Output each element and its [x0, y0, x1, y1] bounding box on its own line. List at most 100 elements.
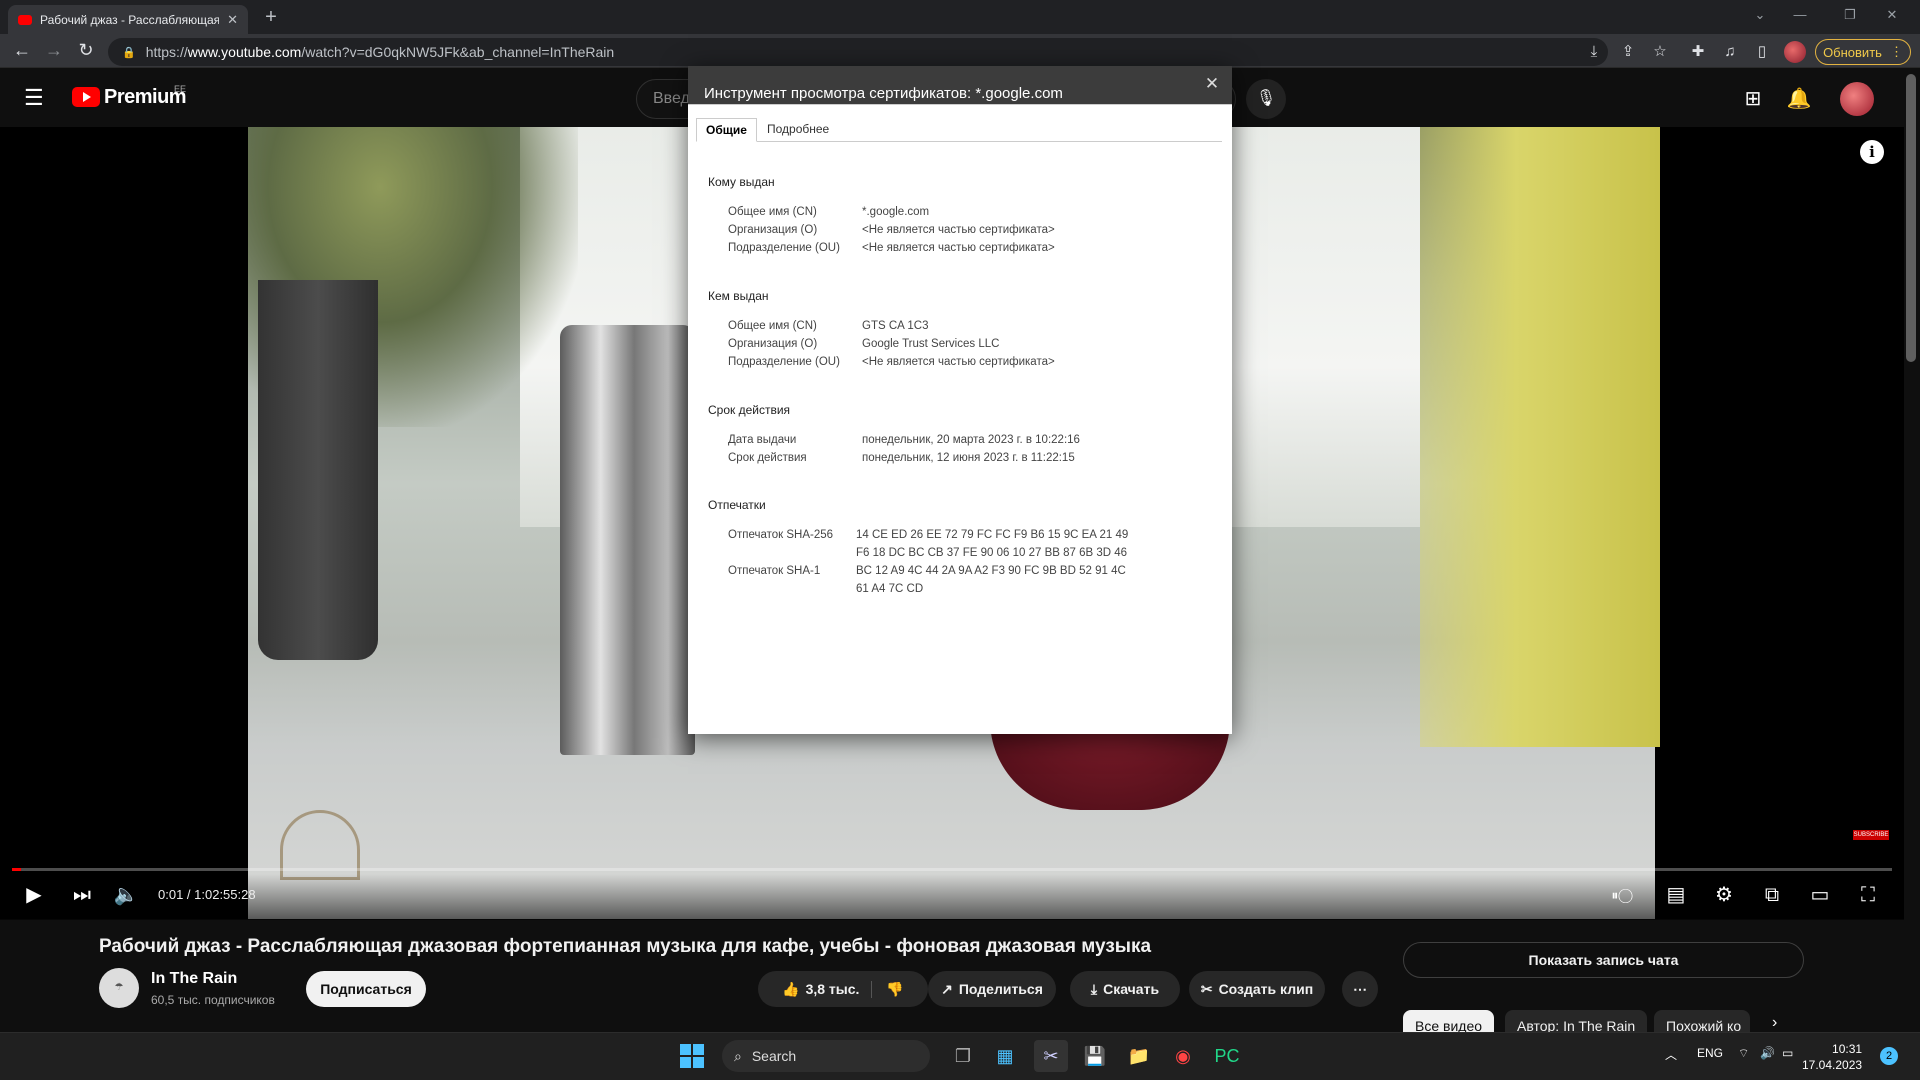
menu-dots-icon: ⋮: [1889, 44, 1903, 59]
video-title: Рабочий джаз - Расслабляющая джазовая фо…: [99, 936, 1152, 957]
dialog-header: Инструмент просмотра сертификатов: *.goo…: [688, 66, 1232, 104]
like-button[interactable]: 👍 3,8 тыс.: [782, 980, 873, 998]
section-issued-to: Кому выдан: [708, 175, 775, 189]
region-code: EE: [174, 84, 187, 94]
search-icon: ⌕: [734, 1047, 742, 1064]
language-indicator[interactable]: ENG: [1697, 1046, 1723, 1060]
forward-button[interactable]: →: [40, 36, 68, 64]
field-value: GTS CA 1C3: [862, 320, 929, 332]
field-value: понедельник, 12 июня 2023 г. в 11:22:15: [862, 452, 1075, 464]
field-value: Google Trust Services LLC: [862, 338, 1000, 350]
field-label: Организация (O): [728, 224, 818, 236]
address-bar[interactable]: 🔒 https://www.youtube.com/watch?v=dG0qkN…: [108, 38, 1608, 66]
update-button[interactable]: Обновить ⋮: [1815, 39, 1911, 65]
dialog-close-icon[interactable]: ✕: [1200, 72, 1224, 96]
field-label: Подразделение (OU): [728, 356, 840, 368]
time-display: 0:01 / 1:02:55:28: [158, 887, 256, 902]
field-value: <Не является частью сертификата>: [862, 224, 1055, 236]
play-icon[interactable]: ▶: [16, 880, 52, 910]
taskbar-search-label: Search: [751, 1048, 797, 1064]
wifi-icon[interactable]: ⌔: [1738, 1046, 1749, 1061]
battery-icon[interactable]: ▭: [1782, 1046, 1793, 1060]
next-icon[interactable]: ⏭: [64, 880, 100, 910]
channel-avatar[interactable]: ☂: [99, 968, 139, 1008]
create-clip-button[interactable]: ✂ Создать клип: [1189, 971, 1325, 1007]
channel-name[interactable]: In The Rain: [151, 970, 237, 988]
info-icon[interactable]: i: [1860, 140, 1884, 164]
volume-icon[interactable]: 🔈: [108, 880, 144, 910]
notepad-icon[interactable]: ▦: [988, 1040, 1022, 1072]
field-value: <Не является частью сертификата>: [862, 242, 1055, 254]
chips-next-icon[interactable]: ›: [1772, 1014, 1777, 1032]
pycharm-icon[interactable]: PC: [1210, 1040, 1244, 1072]
thumbs-down-icon[interactable]: 👎: [878, 981, 903, 998]
theater-mode-icon[interactable]: ▭: [1802, 880, 1838, 910]
user-avatar[interactable]: [1840, 82, 1874, 116]
minimize-button[interactable]: —: [1780, 3, 1820, 27]
miniplayer-icon[interactable]: ⧉: [1754, 880, 1790, 910]
notification-badge[interactable]: 2: [1880, 1047, 1898, 1065]
download-button[interactable]: ⤓ Скачать: [1070, 971, 1180, 1007]
clock[interactable]: 10:31 17.04.2023: [1802, 1041, 1862, 1073]
microphone-icon[interactable]: 🎙: [1246, 79, 1286, 119]
thumbs-up-icon: 👍: [782, 980, 800, 997]
close-window-button[interactable]: ✕: [1872, 3, 1912, 27]
snipping-tool-icon[interactable]: ✂: [1034, 1040, 1068, 1072]
tab-close-icon[interactable]: ✕: [227, 12, 238, 28]
extensions-icon[interactable]: ✚: [1684, 38, 1712, 66]
taskbar-search[interactable]: ⌕ Search: [722, 1040, 930, 1072]
subscriber-count: 60,5 тыс. подписчиков: [151, 993, 275, 1007]
fingerprint-value: BC 12 A9 4C 44 2A 9A A2 F3 90 FC 9B BD 5…: [856, 565, 1126, 577]
autoplay-toggle[interactable]: ⏸◯: [1604, 880, 1640, 910]
dialog-body: Общие Подробнее Кому выдан Общее имя (CN…: [688, 104, 1232, 734]
progress-bar[interactable]: [12, 868, 1892, 871]
notifications-bell-icon[interactable]: 🔔: [1781, 84, 1817, 114]
fingerprint-value: 14 CE ED 26 EE 72 79 FC FC F9 B6 15 9C E…: [856, 529, 1129, 541]
task-view-icon[interactable]: ❐: [946, 1040, 980, 1072]
subtitles-icon[interactable]: ▤: [1658, 880, 1694, 910]
windows-start-icon[interactable]: [680, 1044, 704, 1068]
section-issued-by: Кем выдан: [708, 289, 769, 303]
file-explorer-icon[interactable]: 📁: [1122, 1040, 1156, 1072]
side-panel-icon[interactable]: ▯: [1748, 38, 1776, 66]
fingerprint-value: F6 18 DC BC CB 37 FE 90 06 10 27 BB 87 6…: [856, 547, 1128, 559]
field-label: Отпечаток SHA-256: [728, 529, 834, 541]
fullscreen-icon[interactable]: ⛶: [1850, 880, 1886, 910]
subscribe-watermark[interactable]: SUBSCRIBE: [1853, 830, 1889, 840]
field-value: <Не является частью сертификата>: [862, 356, 1055, 368]
menu-icon[interactable]: ☰: [24, 87, 48, 109]
tab-general[interactable]: Общие: [696, 118, 757, 142]
browser-tab[interactable]: Рабочий джаз - Расслабляющая ✕: [8, 5, 248, 34]
volume-tray-icon[interactable]: 🔊: [1760, 1046, 1775, 1060]
video-scene-curtain: [1420, 127, 1660, 747]
page-scrollbar[interactable]: [1906, 74, 1916, 362]
field-value: *.google.com: [862, 206, 930, 218]
lock-icon: 🔒: [122, 46, 136, 59]
new-tab-button[interactable]: +: [258, 4, 284, 30]
restore-button[interactable]: ❐: [1830, 3, 1870, 27]
show-chat-button[interactable]: Показать запись чата: [1403, 942, 1804, 978]
tab-search-icon[interactable]: ⌄: [1740, 3, 1780, 27]
media-controls-icon[interactable]: ♫: [1716, 38, 1744, 66]
profile-avatar[interactable]: [1784, 41, 1806, 63]
subscribe-button[interactable]: Подписаться: [306, 971, 426, 1007]
dialog-title: Инструмент просмотра сертификатов: *.goo…: [704, 85, 1063, 102]
settings-gear-icon[interactable]: ⚙: [1706, 880, 1742, 910]
youtube-logo-icon[interactable]: [72, 87, 100, 107]
field-label: Дата выдачи: [728, 434, 797, 446]
section-validity: Срок действия: [708, 403, 791, 417]
chrome-icon[interactable]: ◉: [1166, 1040, 1200, 1072]
more-actions-button[interactable]: ⋯: [1342, 971, 1378, 1007]
bookmark-star-icon[interactable]: ☆: [1646, 38, 1674, 66]
save-app-icon[interactable]: 💾: [1078, 1040, 1112, 1072]
install-icon[interactable]: ⤓: [1580, 38, 1608, 66]
back-button[interactable]: ←: [8, 36, 36, 64]
share-button[interactable]: ↗ Поделиться: [928, 971, 1056, 1007]
reload-button[interactable]: ↻: [72, 36, 100, 64]
like-dislike-group: 👍 3,8 тыс. 👎: [758, 971, 928, 1007]
video-scene-grinder: [560, 325, 695, 755]
share-icon[interactable]: ⇪: [1614, 38, 1642, 66]
create-video-icon[interactable]: ⊞: [1735, 84, 1771, 114]
tab-details[interactable]: Подробнее: [758, 118, 838, 142]
tray-overflow-icon[interactable]: ︿: [1665, 1046, 1677, 1063]
